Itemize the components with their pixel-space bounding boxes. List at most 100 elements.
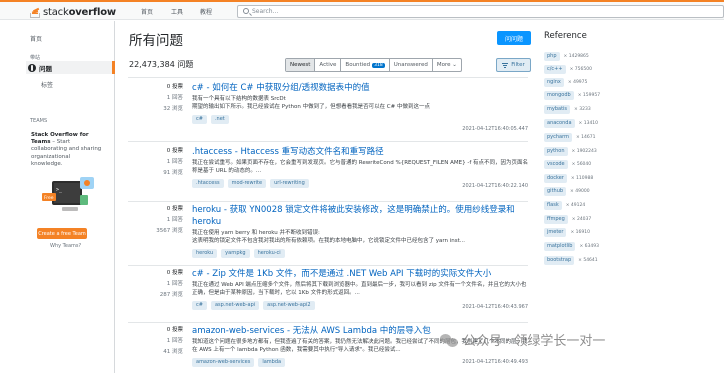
- nav-home[interactable]: 首页: [141, 7, 153, 16]
- view-count: 91 浏览: [163, 170, 183, 176]
- question-tag[interactable]: c#: [192, 301, 207, 310]
- nav-tools[interactable]: 工具: [171, 7, 183, 16]
- reference-tag[interactable]: flask: [544, 201, 562, 210]
- search-box: [237, 5, 724, 18]
- reference-tag-count: × 159957: [577, 93, 601, 98]
- reference-tag-count: × 110988: [570, 176, 594, 181]
- tab-bountied[interactable]: Bountied 318: [341, 59, 390, 71]
- question-tag[interactable]: c#: [192, 115, 207, 124]
- bounty-count-badge: 318: [372, 62, 385, 68]
- wechat-watermark: 公众号 · 领绿学长一对一: [440, 330, 605, 349]
- question-tag[interactable]: yarnpkg: [221, 249, 250, 258]
- reference-tag[interactable]: c/c++: [544, 65, 566, 74]
- reference-tag-row: nginx × 49975: [544, 78, 587, 87]
- question-timestamp: 2021-04-12T16:40:49.493: [462, 359, 528, 365]
- reference-tag-count: × 54641: [578, 258, 598, 263]
- reference-tag-row: vscode × 56040: [544, 160, 591, 169]
- reference-tag[interactable]: matplotlib: [544, 242, 576, 251]
- reference-tag-row: matplotlib × 63493: [544, 242, 599, 251]
- reference-tag[interactable]: mybatis: [544, 105, 571, 114]
- why-teams-link[interactable]: Why Teams?: [50, 243, 81, 249]
- question-tag[interactable]: amazon-web-services: [192, 358, 255, 367]
- question-tag[interactable]: .net: [210, 115, 229, 124]
- question-timestamp: 2021-04-12T16:40:43.967: [462, 304, 528, 310]
- filter-label: Filter: [511, 62, 525, 68]
- question-tag[interactable]: asp.net-web-api: [210, 301, 260, 310]
- stack-icon: [30, 6, 40, 18]
- sidebar-section-public: 带站: [30, 55, 41, 61]
- question-excerpt: 我正在使用 yarn berry 和 heroku 并不断收到错误: 这表明我的…: [192, 230, 466, 244]
- view-count: 41 浏览: [163, 349, 183, 355]
- create-team-button[interactable]: Create a free Team: [37, 228, 87, 239]
- reference-tag-row: docker × 110988: [544, 174, 593, 183]
- reference-tag-row: c/c++ × 756500: [544, 65, 592, 74]
- reference-tag[interactable]: anaconda: [544, 119, 575, 128]
- question-stats: 0 投票 1 回答 32 浏览: [128, 82, 183, 115]
- question-tag[interactable]: heroku: [192, 249, 218, 258]
- question-tag[interactable]: mod-rewrite: [227, 179, 267, 188]
- sidebar-item-questions[interactable]: 问题: [26, 61, 115, 74]
- reference-tag[interactable]: jmeter: [544, 228, 567, 237]
- question-tag[interactable]: lambda: [258, 358, 286, 367]
- reference-tag[interactable]: github: [544, 187, 567, 196]
- ask-question-button[interactable]: 问问题: [497, 31, 531, 45]
- filter-button[interactable]: Filter: [496, 58, 531, 72]
- reference-tag[interactable]: docker: [544, 174, 567, 183]
- question-tag[interactable]: .htaccess: [192, 179, 224, 188]
- svg-text:>_: >_: [56, 187, 63, 193]
- question-tag[interactable]: asp.net-web-api2: [263, 301, 315, 310]
- question-tag[interactable]: url-rewriting: [270, 179, 309, 188]
- sidebar-section-teams: TEAMS: [30, 118, 48, 124]
- sidebar-item-tags[interactable]: 标签: [41, 80, 53, 89]
- question-excerpt: 我有一个具有以下结构的数据表 SrcDt 期望的输出如下所示。我已经尝试在 Py…: [192, 96, 431, 110]
- vote-count: 0 投票: [166, 206, 183, 212]
- reference-tag-count: × 49975: [567, 80, 588, 85]
- vote-count: 0 投票: [166, 84, 183, 90]
- reference-tag[interactable]: python: [544, 147, 568, 156]
- reference-tag-count: × 1429865: [563, 54, 589, 59]
- vote-count: 0 投票: [166, 327, 183, 333]
- top-bar: stackoverflow 首页 工具 教程: [0, 0, 724, 20]
- reference-tag-row: anaconda × 13410: [544, 119, 598, 128]
- question-tag[interactable]: heroku-ci: [253, 249, 285, 258]
- question-stats: 0 投票 1 回答 91 浏览: [128, 146, 183, 179]
- answer-count: 1 回答: [166, 159, 183, 165]
- reference-tag[interactable]: vscode: [544, 160, 568, 169]
- view-count: 287 浏览: [159, 292, 183, 298]
- logo-text: stackoverflow: [43, 6, 116, 18]
- reference-tag[interactable]: pycharm: [544, 133, 572, 142]
- reference-tag-row: ffmpeg × 24037: [544, 215, 591, 224]
- reference-tag[interactable]: nginx: [544, 78, 564, 87]
- question-timestamp: 2021-04-12T16:40:22.140: [462, 183, 528, 189]
- page-title: 所有问题: [129, 33, 183, 49]
- nav-tutorials[interactable]: 教程: [200, 7, 212, 16]
- free-badge: Free: [44, 195, 54, 201]
- sidebar-item-home[interactable]: 首页: [30, 34, 42, 43]
- reference-tag-count: × 49124: [565, 203, 586, 208]
- reference-tag[interactable]: php: [544, 52, 560, 61]
- question-title[interactable]: heroku - 获取 YN0028 锁定文件将被此安装修改，这是明确禁止的。使…: [192, 204, 528, 228]
- teams-illustration: >_ Free: [42, 177, 94, 211]
- answer-count: 1 回答: [166, 281, 183, 287]
- stackoverflow-logo[interactable]: stackoverflow: [30, 5, 116, 19]
- question-title[interactable]: c# - Zip 文件是 1Kb 文件，而不是通过 .NET Web API 下…: [192, 268, 528, 280]
- reference-tag-count: × 16910: [570, 230, 590, 235]
- reference-tag-count: × 14671: [575, 135, 596, 140]
- reference-tag-row: jmeter × 16910: [544, 228, 590, 237]
- answer-count: 1 回答: [166, 338, 183, 344]
- question-excerpt: 我正在尝试重写。如果页面不存在，它会重写到发现页。它与普通的 RewriteCo…: [192, 160, 529, 174]
- tab-more[interactable]: More ⌄: [433, 59, 461, 71]
- question-body: c# - 如何在 C# 中获取分组/透视数据表中的值 我有一个具有以下结构的数据…: [192, 82, 528, 124]
- reference-tag-row: mybatis × 3233: [544, 105, 591, 114]
- search-icon: [243, 8, 249, 14]
- search-input[interactable]: [252, 7, 552, 16]
- question-title[interactable]: .htaccess - Htaccess 重写动态文件名和重写路径: [192, 146, 528, 158]
- reference-tag[interactable]: bootstrap: [544, 256, 575, 265]
- question-title[interactable]: c# - 如何在 C# 中获取分组/透视数据表中的值: [192, 82, 528, 94]
- reference-tag[interactable]: ffmpeg: [544, 215, 568, 224]
- tab-unanswered[interactable]: Unanswered: [390, 59, 433, 71]
- tab-active[interactable]: Active: [315, 59, 342, 71]
- reference-tag[interactable]: mongodb: [544, 91, 574, 100]
- tab-newest[interactable]: Newest: [286, 59, 316, 71]
- question-item: 0 投票 1 回答 91 浏览 .htaccess - Htaccess 重写动…: [128, 141, 528, 203]
